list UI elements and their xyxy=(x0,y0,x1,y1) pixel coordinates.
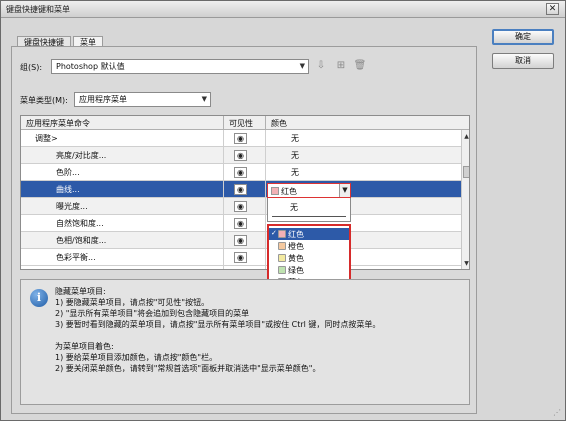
color-dropdown-top: 无 xyxy=(267,198,351,222)
row-command: 曲线... xyxy=(56,185,80,194)
table-row-selected[interactable]: 曲线... ◉ xyxy=(21,181,461,198)
table-row[interactable]: 色阶... ◉ 无 xyxy=(21,164,461,181)
header-color: 颜色 xyxy=(271,119,287,128)
info-line: 1) 要给菜单项目添加颜色，请点按"颜色"栏。 xyxy=(55,353,218,362)
chevron-down-icon[interactable]: ▼ xyxy=(339,184,350,197)
save-set-icon[interactable]: ⇩ xyxy=(314,60,328,72)
check-icon: ✓ xyxy=(271,229,277,237)
info-line: 为菜单项目着色: xyxy=(55,342,114,351)
eye-icon[interactable]: ◉ xyxy=(234,218,247,229)
set-label: 组(S): xyxy=(20,63,43,72)
row-color[interactable]: 无 xyxy=(291,150,299,161)
resize-grip-icon[interactable]: ⋰ xyxy=(553,408,562,417)
table-row[interactable]: 调整> ◉ 无 xyxy=(21,130,461,147)
table-row[interactable]: 色相/饱和度... ◉ xyxy=(21,232,461,249)
close-button[interactable]: ✕ xyxy=(546,3,559,15)
row-color[interactable]: 无 xyxy=(291,167,299,178)
info-line: 3) 要暂时看到隐藏的菜单项目，请点按"显示所有菜单项目"或按住 Ctrl 键，… xyxy=(55,320,381,329)
scroll-up-icon[interactable]: ▲ xyxy=(462,132,469,141)
color-option-none[interactable]: 无 xyxy=(290,202,298,213)
scroll-down-icon[interactable]: ▼ xyxy=(462,259,469,268)
table-row[interactable]: 曝光度... ◉ xyxy=(21,198,461,215)
dialog-window: 键盘快捷键和菜单 ✕ 键盘快捷键 菜单 组(S): Photoshop 默认值 … xyxy=(0,0,566,421)
menu-type-label: 菜单类型(M): xyxy=(20,96,68,105)
row-command: 自然饱和度... xyxy=(56,219,104,228)
table-scrollbar[interactable]: ▲ ▼ xyxy=(461,130,469,269)
info-line: 2) 要关闭菜单颜色，请转到"常规首选项"面板并取消选中"显示菜单颜色"。 xyxy=(55,364,321,373)
info-icon: i xyxy=(30,289,48,307)
row-command: 曝光度... xyxy=(56,202,88,211)
title-bar: 键盘快捷键和菜单 ✕ xyxy=(1,1,565,18)
window-title: 键盘快捷键和菜单 xyxy=(6,5,70,14)
color-option-orange[interactable]: 橙色 xyxy=(269,240,349,252)
eye-icon[interactable]: ◉ xyxy=(234,252,247,263)
color-swatch xyxy=(271,187,279,195)
eye-icon[interactable]: ◉ xyxy=(234,167,247,178)
row-command: 色彩平衡... xyxy=(56,253,96,262)
menu-type-value: 应用程序菜单 xyxy=(79,95,127,104)
eye-icon[interactable]: ◉ xyxy=(234,235,247,246)
eye-icon[interactable]: ◉ xyxy=(234,150,247,161)
chevron-down-icon: ▼ xyxy=(201,95,207,103)
color-option-label: 黄色 xyxy=(288,254,304,263)
info-line: 1) 要隐藏菜单项目，请点按"可见性"按钮。 xyxy=(55,298,210,307)
eye-icon[interactable]: ◉ xyxy=(234,201,247,212)
row-command: 亮度/对比度... xyxy=(56,151,107,160)
header-command: 应用程序菜单命令 xyxy=(26,119,90,128)
color-select-value: 红色 xyxy=(281,187,297,196)
color-option-green[interactable]: 绿色 xyxy=(269,264,349,276)
info-line: 隐藏菜单项目: xyxy=(55,287,106,296)
set-dropdown-value: Photoshop 默认值 xyxy=(56,62,125,71)
table-row[interactable]: 亮度/对比度... ◉ 无 xyxy=(21,147,461,164)
color-option-label: 橙色 xyxy=(288,242,304,251)
set-dropdown[interactable]: Photoshop 默认值 ▼ xyxy=(51,59,309,74)
chevron-down-icon: ▼ xyxy=(299,62,305,70)
divider xyxy=(272,216,346,217)
row-color[interactable]: 无 xyxy=(291,133,299,144)
eye-icon[interactable]: ◉ xyxy=(234,133,247,144)
color-swatch xyxy=(278,266,286,274)
info-panel: i 隐藏菜单项目: 1) 要隐藏菜单项目，请点按"可见性"按钮。 2) "显示所… xyxy=(20,279,470,405)
scroll-thumb[interactable] xyxy=(463,166,469,178)
row-command: 色阶... xyxy=(56,168,80,177)
eye-icon[interactable]: ◉ xyxy=(234,184,247,195)
color-swatch xyxy=(278,254,286,262)
header-visibility: 可见性 xyxy=(229,119,253,128)
color-select[interactable]: 红色 ▼ xyxy=(267,183,351,198)
ok-button[interactable]: 确定 xyxy=(492,29,554,45)
color-option-label: 红色 xyxy=(288,230,304,239)
color-option-red[interactable]: ✓ 红色 xyxy=(269,228,349,240)
menu-type-dropdown[interactable]: 应用程序菜单 ▼ xyxy=(74,92,211,107)
table-row[interactable]: 自然饱和度... ◉ xyxy=(21,215,461,232)
table-row[interactable]: 色彩平衡... ◉ xyxy=(21,249,461,266)
cancel-button[interactable]: 取消 xyxy=(492,53,554,69)
row-command: 色相/饱和度... xyxy=(56,236,107,245)
color-option-yellow[interactable]: 黄色 xyxy=(269,252,349,264)
row-command: 调整> xyxy=(35,134,58,143)
new-set-icon[interactable]: ⊞ xyxy=(334,60,348,72)
color-option-label: 绿色 xyxy=(288,266,304,275)
menu-commands-table: 应用程序菜单命令 可见性 颜色 调整> ◉ 无 亮度/对比度... ◉ 无 色阶… xyxy=(20,115,470,270)
color-swatch xyxy=(278,242,286,250)
trash-icon[interactable]: 🗑 xyxy=(353,60,367,72)
color-swatch xyxy=(278,230,286,238)
info-line: 2) "显示所有菜单项目"将会追加到包含隐藏项目的菜单 xyxy=(55,309,250,318)
table-header: 应用程序菜单命令 可见性 颜色 xyxy=(21,116,469,130)
